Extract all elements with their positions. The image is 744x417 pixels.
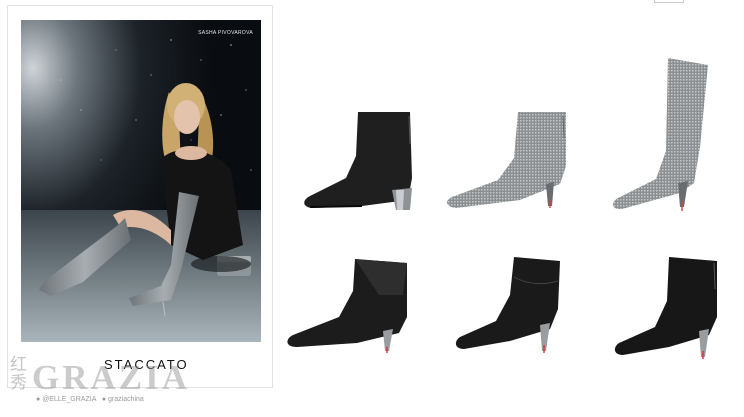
campaign-photo: SASHA PIVOVAROVA <box>21 20 261 342</box>
shoe-glitter-knee-high-boot <box>608 55 718 213</box>
ad-card: SASHA PIVOVAROVA STACCATO <box>7 5 273 388</box>
photographer-credit: SASHA PIVOVAROVA <box>198 30 253 36</box>
shoe-black-stiletto-ankle-boot <box>611 255 726 361</box>
watermark-social: ● @ELLE_GRAZIA ● graziachina <box>36 396 144 403</box>
watermark-handle-b: graziachina <box>108 396 144 403</box>
shoe-black-elastic-ankle-boot <box>283 255 413 355</box>
watermark-handle-a: @ELLE_GRAZIA <box>42 396 96 403</box>
corner-mark <box>654 0 684 3</box>
shoe-black-panel-ankle-boot <box>452 255 567 355</box>
weibo-icon: ● <box>36 396 41 403</box>
wechat-icon: ● <box>101 396 107 403</box>
shoe-glitter-ankle-boot <box>442 108 572 212</box>
page: SASHA PIVOVAROVA STACCATO 红秀 GRAZIA ● @E… <box>0 0 744 417</box>
watermark-logo: GRAZIA <box>32 358 191 397</box>
watermark-chinese: 红秀 <box>10 355 27 393</box>
shoe-black-suede-ankle-boot <box>300 108 420 212</box>
